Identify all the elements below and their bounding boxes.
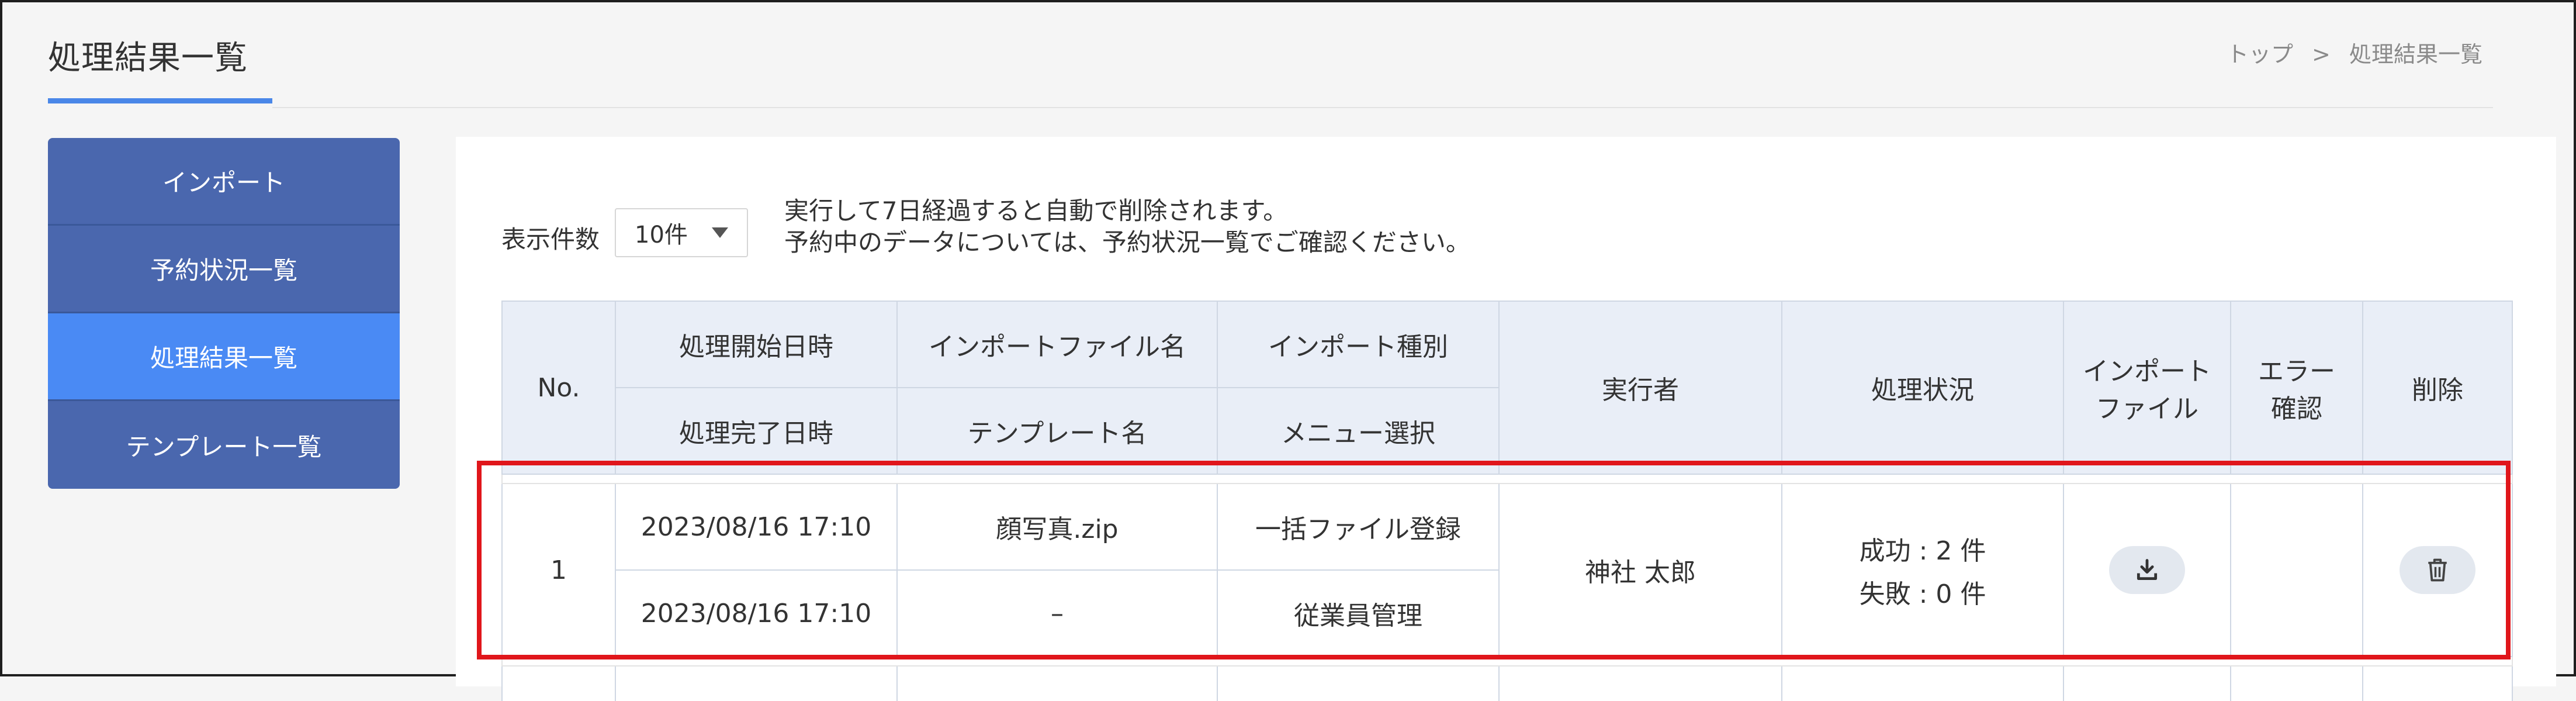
header-import-type: インポート種別: [1217, 301, 1500, 388]
notice-text: 実行して7日経過すると自動で削除されます。 予約中のデータについては、予約状況一…: [784, 195, 1470, 258]
sidebar-item-import[interactable]: インポート: [48, 138, 400, 226]
header-error-check: エラー 確認: [2230, 301, 2363, 475]
header-import-file-line1: インポート: [2083, 357, 2211, 386]
sidebar-item-reservation-list[interactable]: 予約状況一覧: [48, 226, 400, 313]
row-menu-select: 従業員管理: [1217, 569, 1500, 657]
breadcrumb-separator: >: [2312, 42, 2331, 67]
table-row: 1 2023/08/16 17:10 顔写真.zip 一括ファイル登録 神社 太…: [501, 483, 2513, 657]
header-template-name: テンプレート名: [896, 387, 1218, 475]
results-table-wrap: No. 処理開始日時 インポートファイル名 インポート種別 実行者 処理状況 イ…: [501, 301, 2513, 701]
row-delete: [2362, 483, 2513, 657]
trash-icon: [2428, 558, 2447, 582]
row-executor: 神社 太郎: [1498, 483, 1782, 657]
display-count-label: 表示件数: [501, 225, 600, 254]
breadcrumb-home[interactable]: トップ: [2227, 42, 2293, 67]
row-status: 成功 : 2 件 失敗 : 0 件: [1781, 483, 2064, 657]
row-spacer: [501, 474, 2513, 484]
sidebar: インポート 予約状況一覧 処理結果一覧 テンプレート一覧: [48, 138, 400, 489]
sidebar-item-label: 処理結果一覧: [150, 344, 297, 372]
sidebar-item-template-list[interactable]: テンプレート一覧: [48, 401, 400, 489]
title-underline: [48, 98, 272, 103]
row-no: 1: [501, 483, 616, 657]
notice-line-2: 予約中のデータについては、予約状況一覧でご確認ください。: [784, 228, 1470, 257]
notice-line-1: 実行して7日経過すると自動で削除されます。: [784, 196, 1288, 225]
header-error-line1: エラー: [2258, 357, 2335, 386]
app-frame: 処理結果一覧 トップ > 処理結果一覧 インポート 予約状況一覧 処理結果一覧 …: [0, 0, 2576, 701]
display-count-select[interactable]: 10件: [615, 208, 749, 257]
main-panel: 表示件数 10件 実行して7日経過すると自動で削除されます。 予約中のデータにつ…: [456, 137, 2556, 701]
header-executor: 実行者: [1498, 301, 1782, 475]
list-controls: 表示件数 10件 実行して7日経過すると自動で削除されます。 予約中のデータにつ…: [501, 195, 1470, 271]
download-icon: [2137, 559, 2158, 581]
row-import-file: [2063, 483, 2231, 657]
row-status-success: 成功 : 2 件: [1859, 536, 1986, 566]
row-file-name: 顔写真.zip: [896, 483, 1218, 571]
header-end-time: 処理完了日時: [615, 387, 898, 475]
header-delete: 削除: [2362, 301, 2513, 475]
row-start-time: 2023/08/16 17:10: [615, 483, 898, 571]
row-template-name: –: [896, 569, 1218, 657]
header-import-file-line2: ファイル: [2096, 394, 2198, 424]
header-status: 処理状況: [1781, 301, 2064, 475]
title-divider: [272, 107, 2493, 108]
header-error-line2: 確認: [2271, 394, 2322, 424]
row-status-fail: 失敗 : 0 件: [1859, 579, 1986, 609]
breadcrumb-current: 処理結果一覧: [2349, 42, 2482, 67]
row-end-time: 2023/08/16 17:10: [615, 569, 898, 657]
row-error-check: [2230, 483, 2363, 657]
delete-button[interactable]: [2400, 546, 2475, 594]
download-button[interactable]: [2109, 546, 2185, 594]
header-no: No.: [501, 301, 616, 475]
sidebar-item-label: 予約状況一覧: [150, 256, 297, 285]
page-title: 処理結果一覧: [48, 39, 248, 77]
caret-down-icon: [712, 227, 729, 238]
header-import-file: インポート ファイル: [2063, 301, 2231, 475]
table-row-partial: [501, 665, 2513, 701]
header-start-time: 処理開始日時: [615, 301, 898, 388]
row-spacer: [501, 656, 2513, 667]
results-table: No. 処理開始日時 インポートファイル名 インポート種別 実行者 処理状況 イ…: [501, 301, 2513, 701]
display-count-value: 10件: [635, 222, 688, 248]
sidebar-item-label: インポート: [162, 168, 285, 197]
header-file-name: インポートファイル名: [896, 301, 1218, 388]
row-import-type: 一括ファイル登録: [1217, 483, 1500, 571]
sidebar-item-label: テンプレート一覧: [126, 432, 322, 461]
sidebar-item-result-list[interactable]: 処理結果一覧: [48, 313, 400, 401]
header-menu-select: メニュー選択: [1217, 387, 1500, 475]
breadcrumb: トップ > 処理結果一覧: [2221, 36, 2488, 68]
